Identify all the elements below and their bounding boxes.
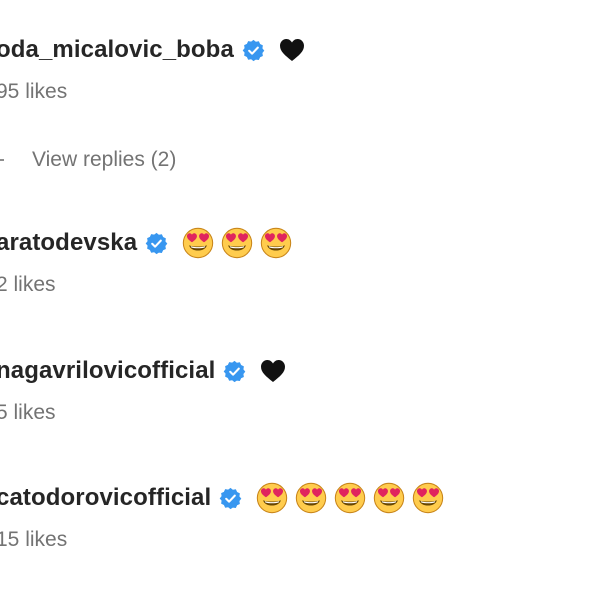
black-heart-icon <box>279 38 305 62</box>
verified-badge-icon <box>145 232 168 255</box>
comment-likes-count[interactable]: 5 likes <box>0 401 600 425</box>
comment: aratodevska 2 likes <box>0 221 600 297</box>
comment-likes-count[interactable]: 2 likes <box>0 273 600 297</box>
comment-text <box>256 482 444 514</box>
comment-username[interactable]: oda_micalovic_boba <box>0 36 234 64</box>
verified-badge-icon <box>242 39 265 62</box>
comment-text <box>260 359 286 383</box>
comment-text <box>182 227 292 259</box>
comment-text <box>279 38 305 62</box>
comment-header: oda_micalovic_boba <box>0 28 600 72</box>
heart-eyes-emoji-icon <box>373 482 405 514</box>
comment-username[interactable]: aratodevska <box>0 229 137 257</box>
comment-username[interactable]: catodorovicofficial <box>0 484 211 512</box>
heart-eyes-emoji-icon <box>334 482 366 514</box>
heart-eyes-emoji-icon <box>256 482 288 514</box>
view-replies-row[interactable]: View replies (2) <box>0 148 176 172</box>
comment-likes-count[interactable]: 15 likes <box>0 528 600 552</box>
comment-username[interactable]: nagavrilovicofficial <box>0 357 215 385</box>
view-replies-button[interactable]: View replies (2) <box>32 148 176 172</box>
heart-eyes-emoji-icon <box>182 227 214 259</box>
comment-header: catodorovicofficial <box>0 476 600 520</box>
reply-thread-line <box>0 159 4 161</box>
heart-eyes-emoji-icon <box>295 482 327 514</box>
comment-header: nagavrilovicofficial <box>0 349 600 393</box>
black-heart-icon <box>260 359 286 383</box>
verified-badge-icon <box>219 487 242 510</box>
heart-eyes-emoji-icon <box>221 227 253 259</box>
verified-badge-icon <box>223 360 246 383</box>
comment: nagavrilovicofficial 5 likes <box>0 349 600 425</box>
heart-eyes-emoji-icon <box>260 227 292 259</box>
comment: oda_micalovic_boba 95 likes <box>0 28 600 104</box>
comment-likes-count[interactable]: 95 likes <box>0 80 600 104</box>
heart-eyes-emoji-icon <box>412 482 444 514</box>
comment-header: aratodevska <box>0 221 600 265</box>
comment: catodorovicofficial 15 likes <box>0 476 600 552</box>
